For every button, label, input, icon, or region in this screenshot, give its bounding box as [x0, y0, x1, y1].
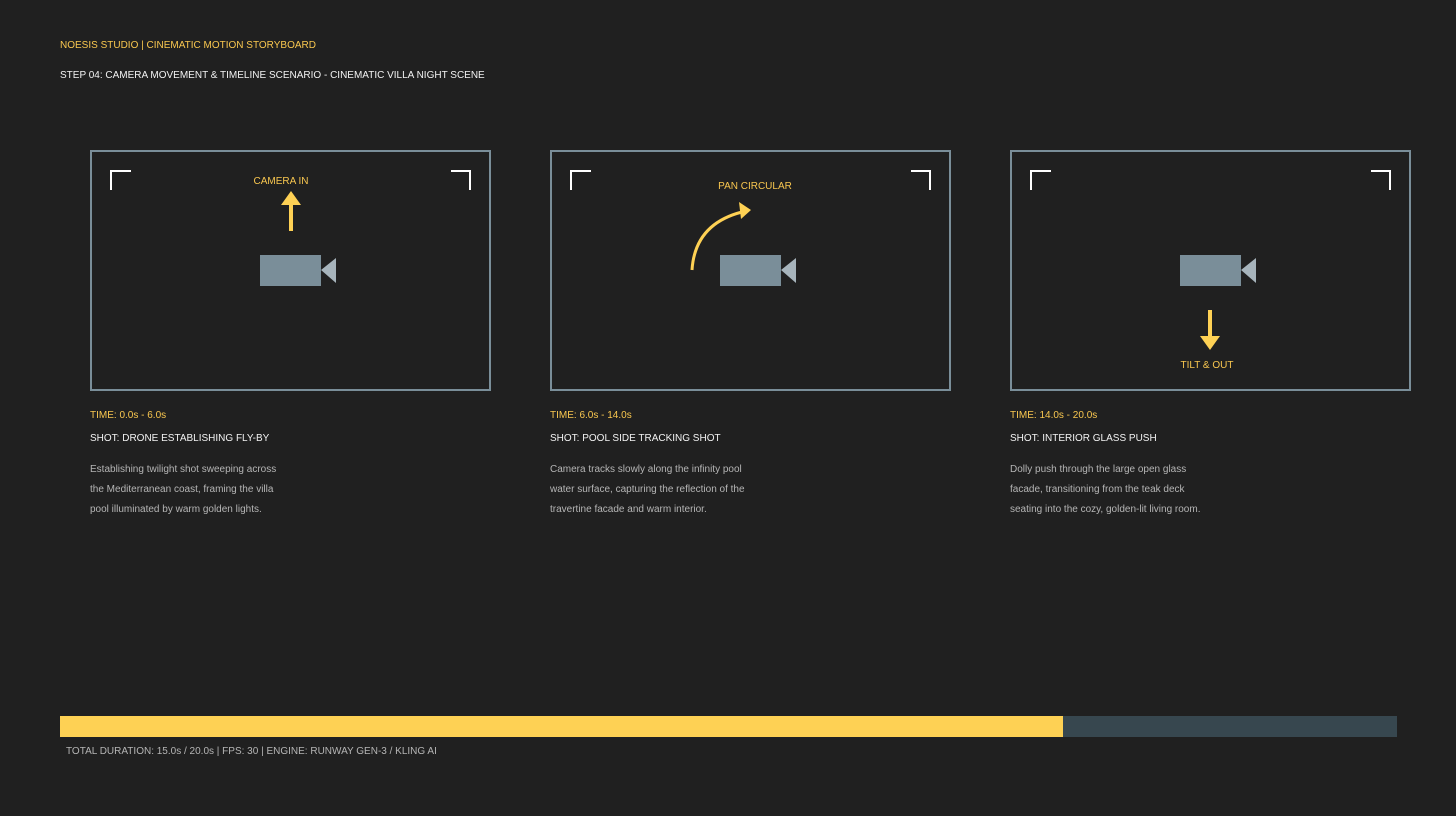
shot-frame-2: PAN CIRCULAR — [550, 150, 951, 391]
frame-corner-top-right — [451, 170, 471, 190]
video-camera-icon — [1180, 255, 1256, 286]
shot-frame-1: CAMERA IN — [90, 150, 491, 391]
arrow-down-icon — [1200, 310, 1220, 350]
frame-corner-top-left — [570, 170, 591, 190]
movement-label: CAMERA IN — [253, 176, 309, 187]
arrow-up-icon — [281, 191, 301, 231]
video-camera-icon — [260, 255, 336, 286]
timeline-footer: TOTAL DURATION: 15.0s / 20.0s | FPS: 30 … — [66, 746, 437, 757]
video-camera-icon — [720, 255, 796, 286]
movement-label: PAN CIRCULAR — [718, 181, 792, 192]
frame-corner-top-left — [110, 170, 131, 190]
shot-description: Establishing twilight shot sweeping acro… — [90, 464, 277, 515]
movement-label: TILT & OUT — [1180, 360, 1234, 371]
frame-corner-top-right — [911, 170, 931, 190]
shot-3-diagram — [1030, 170, 1391, 350]
shot-description: Dolly push through the large open glass … — [1010, 464, 1201, 515]
shot-name: SHOT: POOL SIDE TRACKING SHOT — [550, 433, 721, 444]
shot-description: Camera tracks slowly along the infinity … — [550, 464, 745, 515]
page-subtitle: STEP 04: CAMERA MOVEMENT & TIMELINE SCEN… — [60, 70, 485, 81]
frame-corner-top-left — [1030, 170, 1051, 190]
frame-corner-top-right — [1371, 170, 1391, 190]
page-title: NOESIS STUDIO | CINEMATIC MOTION STORYBO… — [60, 40, 316, 51]
shot-panel-1: CAMERA IN TIME: 0.0s - 6.0s SHOT: DRONE … — [90, 150, 491, 520]
shot-time: TIME: 0.0s - 6.0s — [90, 410, 167, 421]
timeline-progress-fill — [60, 716, 1063, 737]
shot-panel-2: PAN CIRCULAR TIME: 6.0s - 14.0s SHOT: PO… — [550, 150, 951, 520]
shot-name: SHOT: INTERIOR GLASS PUSH — [1010, 433, 1157, 444]
shot-panel-3: TILT & OUT TIME: 14.0s - 20.0s SHOT: INT… — [1010, 150, 1411, 520]
shot-1-diagram — [110, 170, 471, 286]
shot-name: SHOT: DRONE ESTABLISHING FLY-BY — [90, 433, 270, 444]
timeline-progress-bar — [60, 716, 1397, 737]
shot-frame-3: TILT & OUT — [1010, 150, 1411, 391]
shot-time: TIME: 14.0s - 20.0s — [1010, 410, 1098, 421]
shot-time: TIME: 6.0s - 14.0s — [550, 410, 632, 421]
